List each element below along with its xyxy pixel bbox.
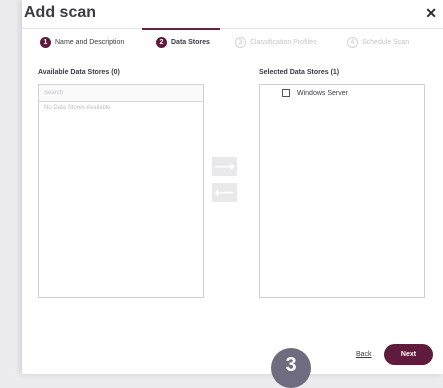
step-classification-profiles: 3 Classification Profiles <box>235 37 317 48</box>
list-item[interactable]: Windows Server <box>260 85 424 97</box>
arrow-left-icon: ⟵ <box>214 184 235 201</box>
back-link[interactable]: Back <box>356 351 372 358</box>
step-number-badge: 2 <box>156 37 167 48</box>
add-scan-dialog: Add scan ✕ 1 Name and Description 2 Data… <box>22 0 443 388</box>
step-label: Schedule Scan <box>362 39 410 46</box>
step-label: Data Stores <box>171 39 210 46</box>
active-step-indicator <box>142 28 220 30</box>
selected-data-stores-label: Selected Data Stores (1) <box>259 69 340 76</box>
available-data-stores-label: Available Data Stores (0) <box>38 69 120 76</box>
selected-data-stores-panel: Windows Server <box>259 84 425 298</box>
empty-state-text: No Data Stores Available <box>44 105 111 111</box>
step-schedule-scan: 4 Schedule Scan <box>347 37 409 48</box>
list-item-label: Windows Server <box>297 89 348 97</box>
arrow-right-icon: ⟶ <box>214 158 235 175</box>
step-count-badge: 3 <box>271 348 311 388</box>
step-number-badge: 3 <box>235 37 246 48</box>
step-label: Classification Profiles <box>250 39 317 46</box>
dialog-title: Add scan <box>24 4 97 21</box>
wizard-steps: 1 Name and Description 2 Data Stores 3 C… <box>22 28 443 52</box>
step-name-and-description[interactable]: 1 Name and Description <box>40 37 124 48</box>
search-input[interactable] <box>39 85 203 102</box>
step-data-stores[interactable]: 2 Data Stores <box>156 37 210 48</box>
steps-divider <box>22 28 443 29</box>
next-button[interactable]: Next <box>384 344 433 365</box>
step-label: Name and Description <box>55 39 125 46</box>
remove-from-selected-button[interactable]: ⟵ <box>212 183 237 202</box>
available-data-stores-panel: No Data Stores Available <box>38 84 204 298</box>
step-number-badge: 1 <box>40 37 51 48</box>
step-number-badge: 4 <box>347 37 358 48</box>
checkbox[interactable] <box>282 89 290 97</box>
add-to-selected-button[interactable]: ⟶ <box>212 157 237 176</box>
close-icon[interactable]: ✕ <box>425 6 437 20</box>
